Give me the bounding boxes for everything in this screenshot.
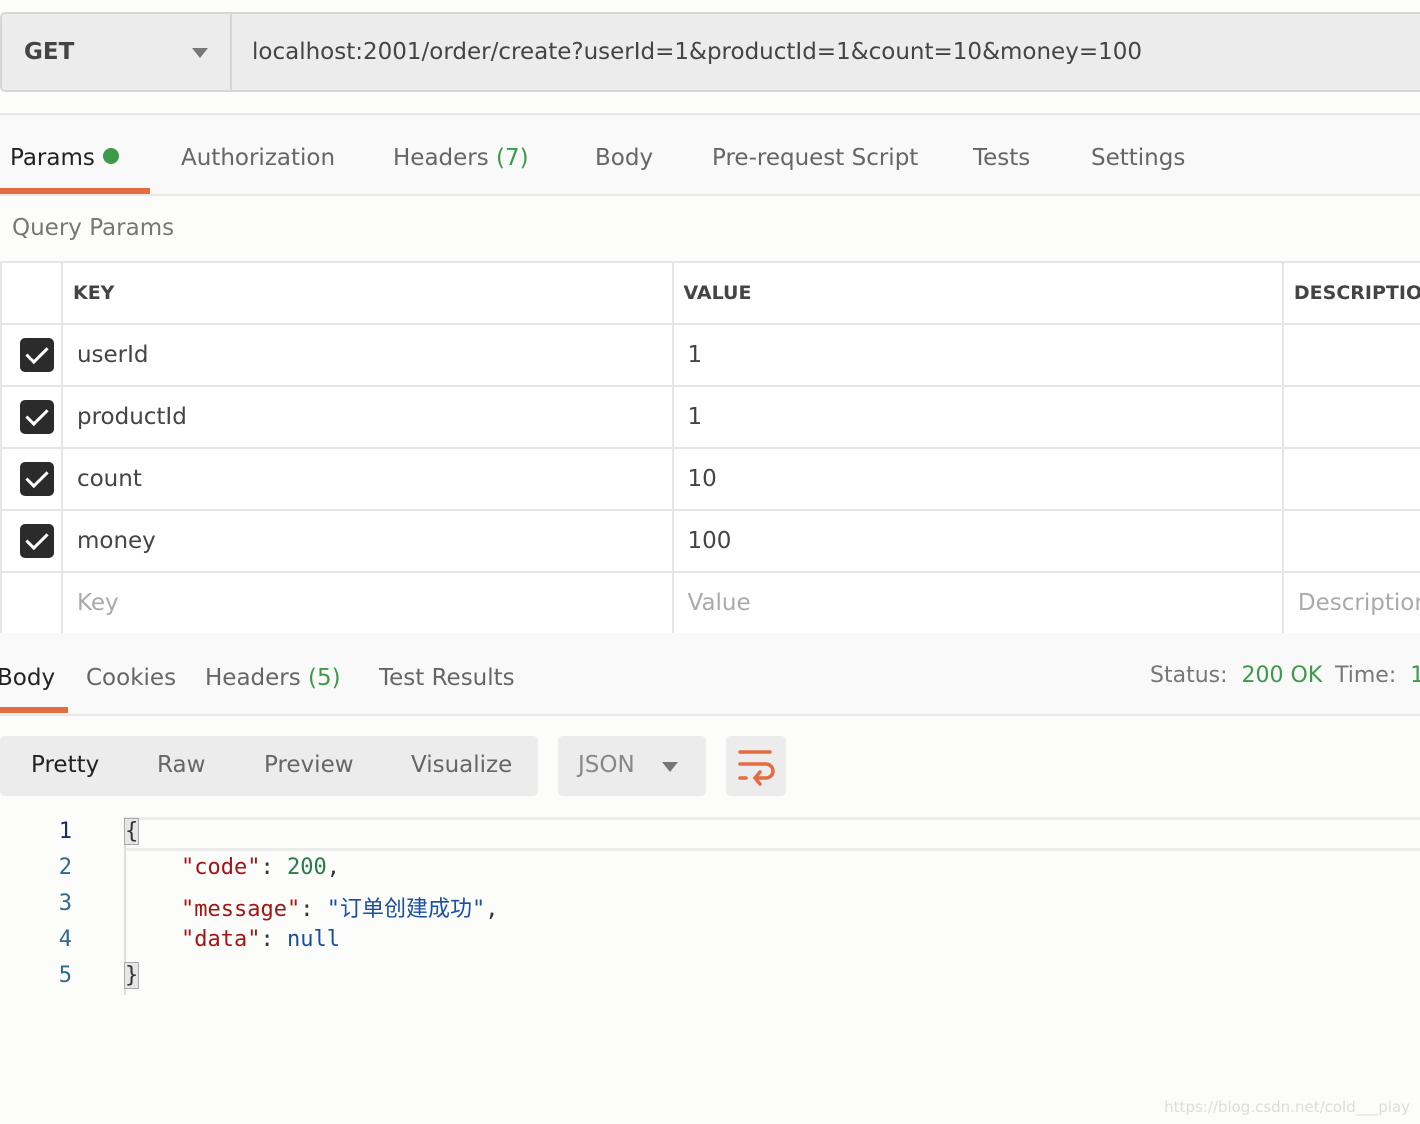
- json-value: null: [286, 927, 340, 952]
- table-row: userId 1: [0, 323, 1420, 387]
- line-number: 3: [58, 891, 72, 916]
- wrap-lines-button[interactable]: [726, 736, 786, 796]
- tab-count: (7): [496, 145, 529, 171]
- line-number: 1: [58, 819, 72, 844]
- params-table: KEYVALUEDESCRIPTION userId1 productId1 c…: [0, 261, 1420, 635]
- chevron-down-icon: [662, 762, 678, 772]
- tab-response-headers[interactable]: Headers (5): [205, 665, 341, 691]
- table-row-new: Key Value Description: [0, 571, 1420, 635]
- table-header: KEYVALUEDESCRIPTION: [0, 261, 1420, 325]
- json-key: "message": [181, 897, 301, 922]
- close-brace: }: [124, 962, 140, 989]
- tab-body[interactable]: Body: [595, 145, 653, 171]
- param-description[interactable]: [1281, 509, 1420, 573]
- chevron-down-icon: [192, 48, 208, 58]
- tab-tests[interactable]: Tests: [973, 145, 1030, 171]
- mode-preview[interactable]: Preview: [264, 752, 354, 778]
- mode-pretty[interactable]: Pretty: [31, 752, 99, 778]
- param-key[interactable]: userId: [60, 323, 674, 387]
- comma: ,: [326, 855, 340, 880]
- code-line: "code": 200,: [181, 855, 340, 880]
- value-input[interactable]: Value: [671, 571, 1284, 635]
- tab-label: Headers: [205, 665, 301, 691]
- mode-visualize[interactable]: Visualize: [411, 752, 512, 778]
- tab-response-body[interactable]: Body: [0, 665, 55, 691]
- format-label: JSON: [578, 752, 635, 778]
- tab-label: Params: [10, 145, 95, 171]
- tab-label: Headers: [393, 145, 489, 171]
- checkbox-col: [0, 261, 63, 325]
- active-tab-indicator: [0, 707, 68, 713]
- param-key[interactable]: productId: [60, 385, 674, 449]
- param-description[interactable]: [1281, 447, 1420, 511]
- tab-authorization[interactable]: Authorization: [181, 145, 335, 171]
- tab-count: (5): [308, 665, 341, 691]
- param-description[interactable]: [1281, 323, 1420, 387]
- active-dot-icon: [102, 148, 119, 164]
- comma: ,: [485, 897, 499, 922]
- url-input[interactable]: localhost:2001/order/create?userId=1&pro…: [232, 14, 1142, 90]
- col-value: VALUE: [671, 261, 1284, 325]
- view-mode-selector: Pretty Raw Preview Visualize: [0, 736, 538, 796]
- open-brace: {: [124, 818, 140, 845]
- request-tabs: Params Authorization Headers (7) Body Pr…: [0, 113, 1420, 196]
- tab-settings[interactable]: Settings: [1091, 145, 1185, 171]
- method-label: GET: [24, 39, 75, 65]
- tab-params[interactable]: Params: [10, 145, 119, 171]
- table-row: money 100: [0, 509, 1420, 573]
- checkbox[interactable]: [20, 524, 54, 558]
- checkbox[interactable]: [20, 462, 54, 496]
- json-key: "code": [181, 855, 261, 880]
- param-value[interactable]: 100: [671, 509, 1284, 573]
- param-key[interactable]: money: [60, 509, 674, 573]
- watermark: https://blog.csdn.net/cold___play: [1164, 1098, 1410, 1116]
- table-row: productId 1: [0, 385, 1420, 449]
- url-bar: GET localhost:2001/order/create?userId=1…: [0, 12, 1420, 92]
- description-input[interactable]: Description: [1281, 571, 1420, 635]
- key-input[interactable]: Key: [60, 571, 674, 635]
- checkbox[interactable]: [20, 400, 54, 434]
- checkbox[interactable]: [20, 338, 54, 372]
- code-line: "data": null: [181, 927, 340, 952]
- tab-cookies[interactable]: Cookies: [86, 665, 176, 691]
- tab-pre-request-script[interactable]: Pre-request Script: [712, 145, 918, 171]
- time-value: 12: [1410, 663, 1420, 688]
- format-select[interactable]: JSON: [558, 736, 706, 796]
- param-value[interactable]: 1: [671, 323, 1284, 387]
- active-tab-indicator: [0, 188, 150, 194]
- tab-headers[interactable]: Headers (7): [393, 145, 529, 171]
- active-line-highlight: [124, 817, 1420, 851]
- status-readout: Status: 200 OK: [1150, 663, 1322, 688]
- col-key: KEY: [60, 261, 674, 325]
- mode-raw[interactable]: Raw: [157, 752, 205, 778]
- col-description: DESCRIPTION: [1281, 261, 1420, 325]
- response-tabs: Body Cookies Headers (5) Test Results St…: [0, 633, 1420, 716]
- param-value[interactable]: 10: [671, 447, 1284, 511]
- json-value: 200: [286, 855, 327, 880]
- param-key[interactable]: count: [60, 447, 674, 511]
- code-line: "message": "订单创建成功",: [181, 897, 499, 922]
- line-number: 5: [58, 963, 72, 988]
- status-label: Status:: [1150, 663, 1228, 688]
- status-value: 200 OK: [1241, 663, 1323, 688]
- query-params-title: Query Params: [12, 215, 175, 241]
- json-value: "订单创建成功": [326, 897, 486, 922]
- line-number: 2: [58, 855, 72, 880]
- tab-test-results[interactable]: Test Results: [379, 665, 515, 691]
- method-select[interactable]: GET: [2, 14, 232, 90]
- time-label: Time:: [1335, 663, 1397, 688]
- wrap-icon: [738, 750, 775, 786]
- time-readout: Time: 12: [1335, 663, 1420, 688]
- json-key: "data": [181, 927, 261, 952]
- table-row: count 10: [0, 447, 1420, 511]
- param-description[interactable]: [1281, 385, 1420, 449]
- line-number: 4: [58, 927, 72, 952]
- param-value[interactable]: 1: [671, 385, 1284, 449]
